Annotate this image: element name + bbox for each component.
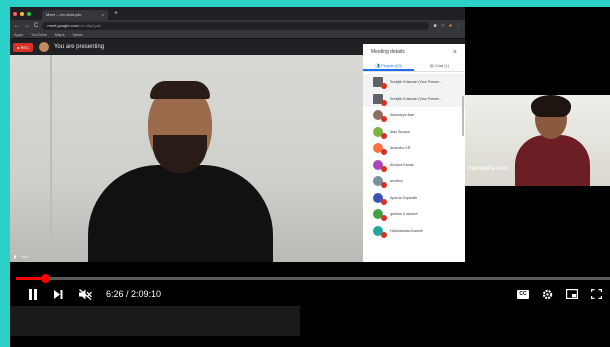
player-right-controls: CC <box>517 289 610 300</box>
participant-row[interactable]: gokhan d ramesh <box>363 206 465 223</box>
bookmark-news[interactable]: News <box>73 32 83 37</box>
video-frame: Meet – nvr-zfad-ydc × + ← → C meet.googl… <box>10 7 610 347</box>
url-field[interactable]: meet.google.com/nvr-zfad-ydc <box>42 21 430 30</box>
muted-mic-icon <box>381 116 387 123</box>
back-icon[interactable]: ← <box>14 23 20 29</box>
captions-icon[interactable]: CC <box>517 289 529 299</box>
presenter-avatar <box>38 42 49 52</box>
minimize-window-icon[interactable] <box>20 11 24 16</box>
tab-chat[interactable]: ▤ Chat (1) <box>414 60 465 71</box>
camera-icon[interactable]: ■ <box>433 23 436 29</box>
participant-name: Alan Bruuza <box>390 129 410 134</box>
participant-row[interactable]: Aparna Gopinath <box>363 190 465 207</box>
second-participant-body <box>515 135 590 186</box>
participant-name: Aishwarya Nair <box>390 113 415 118</box>
participant-row[interactable]: Aishwarya Nair <box>363 107 465 124</box>
participant-name: Sreejith Krishnan (Your Presen... <box>390 96 443 101</box>
muted-mic-icon <box>381 215 387 222</box>
wall-edge <box>50 55 52 262</box>
participant-body <box>88 165 273 262</box>
participant-avatar <box>373 192 387 205</box>
participant-row[interactable]: anudevr <box>363 173 465 190</box>
participant-row[interactable]: Sreejith Krishnan (Your Presen... <box>363 74 465 91</box>
mute-icon[interactable] <box>79 288 92 300</box>
participant-list: Sreejith Krishnan (Your Presen... Sreejit… <box>363 72 465 239</box>
panel-tabs: 👥︎ People (20) ▤ Chat (1) <box>363 60 465 72</box>
main-video-label: ▮ ·· You <box>14 254 28 259</box>
participant-avatar <box>373 209 387 222</box>
participant-row[interactable]: Sreejith Krishnan (Your Presen... <box>363 90 465 107</box>
bookmark-maps[interactable]: Maps <box>55 32 65 37</box>
pause-icon[interactable] <box>28 288 38 300</box>
muted-mic-icon <box>381 182 387 189</box>
bookmarks-bar: Apps YouTube Maps News <box>10 31 465 39</box>
muted-mic-icon <box>381 198 387 205</box>
bookmark-youtube[interactable]: YouTube <box>31 32 47 37</box>
star-icon[interactable]: ☆ <box>440 23 444 29</box>
scrubber-handle[interactable] <box>41 274 51 283</box>
tab-close-icon[interactable]: × <box>102 10 104 20</box>
participant-name: Harshadutta Anandh <box>390 228 423 233</box>
new-tab-button[interactable]: + <box>114 10 118 17</box>
muted-mic-icon <box>381 149 387 156</box>
close-panel-icon[interactable]: × <box>453 49 457 56</box>
rec-badge: ● REC <box>13 42 33 52</box>
time-display: 6:26 / 2:09:10 <box>106 289 162 299</box>
profile-icon[interactable]: ● <box>449 23 452 29</box>
url-host: meet.google.com <box>47 22 79 28</box>
participant-avatar <box>373 110 387 123</box>
forward-icon[interactable]: → <box>24 23 30 29</box>
muted-mic-icon <box>381 83 387 90</box>
fullscreen-icon[interactable] <box>591 289 602 299</box>
browser-tab[interactable]: Meet – nvr-zfad-ydc × <box>42 10 108 20</box>
second-participant-video: mamadha arch <box>465 95 610 186</box>
participant-name: Anusha Kamal <box>390 162 414 167</box>
participant-avatar <box>373 126 387 139</box>
participant-scrollbar[interactable] <box>462 96 464 136</box>
address-bar: ← → C meet.google.com/nvr-zfad-ydc ■ ☆ ●… <box>10 20 465 31</box>
menu-kebab-icon[interactable]: ⋮ <box>456 23 461 29</box>
participant-avatar <box>373 225 387 238</box>
bookmark-apps[interactable]: Apps <box>14 32 23 37</box>
main-participant-video: ▮ ·· You <box>10 55 363 262</box>
player-controls: 6:26 / 2:09:10 CC <box>10 285 610 303</box>
participant-name: anudevr <box>390 179 403 184</box>
url-path: /nvr-zfad-ydc <box>78 22 102 28</box>
muted-mic-icon <box>381 132 387 139</box>
maximize-window-icon[interactable] <box>27 11 31 16</box>
bottom-overlay <box>10 306 300 336</box>
participant-avatar <box>373 176 387 189</box>
participant-name: Anandhu KR <box>390 146 411 151</box>
second-participant-name: mamadha arch <box>468 166 509 172</box>
presentation-icon <box>373 93 387 106</box>
browser-tab-title: Meet – nvr-zfad-ydc <box>46 12 82 17</box>
presentation-icon <box>373 77 387 90</box>
muted-mic-icon <box>381 99 387 106</box>
participant-row[interactable]: Anusha Kamal <box>363 157 465 174</box>
muted-mic-icon <box>381 231 387 238</box>
progress-bar[interactable] <box>16 274 610 283</box>
settings-gear-icon[interactable] <box>542 289 553 300</box>
next-icon[interactable] <box>54 289 63 299</box>
miniplayer-icon[interactable] <box>566 289 578 299</box>
reload-icon[interactable]: C <box>34 23 38 29</box>
close-window-icon[interactable] <box>13 11 17 16</box>
participant-row[interactable]: Anandhu KR <box>363 140 465 157</box>
participant-name: Sreejith Krishnan (Your Presen... <box>390 80 443 85</box>
participant-row[interactable]: Alan Bruuza <box>363 124 465 141</box>
muted-mic-icon <box>381 165 387 172</box>
participant-name: gokhan d ramesh <box>390 212 418 217</box>
participant-row[interactable]: Harshadutta Anandh <box>363 223 465 240</box>
participant-avatar <box>373 143 387 156</box>
second-participant-hair <box>531 95 571 117</box>
presenting-text: You are presenting <box>53 44 105 50</box>
participant-name: Aparna Gopinath <box>390 195 418 200</box>
panel-title: Meeting details <box>371 49 405 55</box>
tab-people[interactable]: 👥︎ People (20) <box>363 60 414 71</box>
panel-header: Meeting details × <box>363 44 465 60</box>
meeting-details-panel: Meeting details × 👥︎ People (20) ▤ Chat … <box>363 44 465 262</box>
participant-hair <box>150 81 210 99</box>
browser-titlebar: Meet – nvr-zfad-ydc × + <box>10 7 465 20</box>
participant-avatar <box>373 159 387 172</box>
